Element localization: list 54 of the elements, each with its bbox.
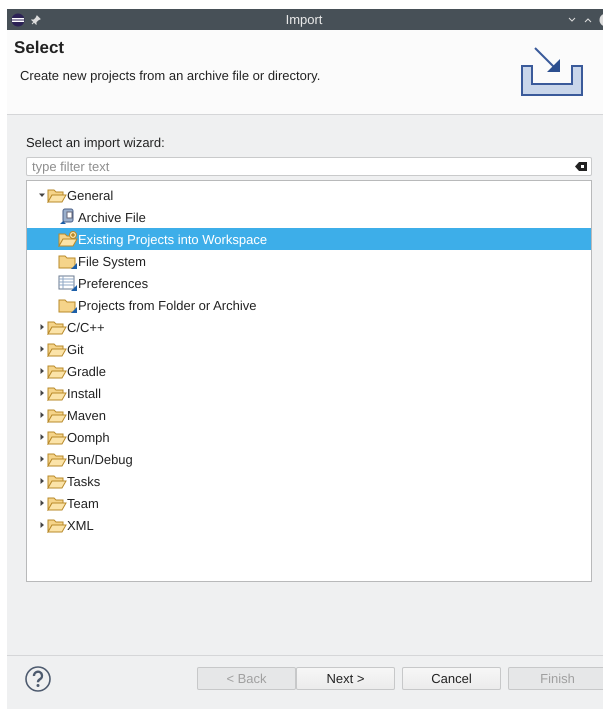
tree-item[interactable]: Run/Debug bbox=[27, 448, 591, 470]
caret-right-icon[interactable] bbox=[38, 390, 44, 396]
tree-item[interactable]: Install bbox=[27, 382, 591, 404]
tree-item[interactable]: Tasks bbox=[27, 470, 591, 492]
wizard-label: Select an import wizard: bbox=[26, 135, 166, 150]
open-folder-icon bbox=[47, 188, 67, 202]
tree-item[interactable]: XML bbox=[27, 514, 591, 536]
wizard-button[interactable]: Cancel bbox=[402, 667, 501, 690]
tree-item[interactable]: General bbox=[27, 184, 591, 206]
filter-field[interactable]: type filter text bbox=[26, 157, 592, 176]
app-logo-icon bbox=[11, 12, 25, 26]
open-folder-icon bbox=[47, 320, 67, 334]
open-folder-icon bbox=[47, 408, 67, 422]
help-icon[interactable] bbox=[25, 666, 51, 692]
tree-item[interactable]: File System bbox=[27, 250, 591, 272]
folder-icon bbox=[58, 252, 78, 270]
caret-right-icon[interactable] bbox=[38, 456, 44, 462]
open-folder-icon bbox=[47, 386, 67, 400]
open-folder-icon bbox=[47, 430, 67, 444]
caret-right-icon[interactable] bbox=[38, 412, 44, 418]
caret-right-icon[interactable] bbox=[38, 368, 44, 374]
tree-item[interactable]: Git bbox=[27, 338, 591, 360]
caret-right-icon[interactable] bbox=[38, 434, 44, 440]
table-icon bbox=[58, 274, 78, 292]
tree-item[interactable]: Preferences bbox=[27, 272, 591, 294]
caret-right-icon[interactable] bbox=[38, 500, 44, 506]
open-folder-icon bbox=[47, 474, 67, 488]
minimize-icon[interactable] bbox=[567, 14, 577, 24]
tree-item[interactable]: Oomph bbox=[27, 426, 591, 448]
window-title: Import bbox=[284, 12, 324, 27]
caret-right-icon[interactable] bbox=[38, 324, 44, 330]
tree-item[interactable]: Team bbox=[27, 492, 591, 514]
folder-icon bbox=[58, 296, 78, 314]
caret-down-icon[interactable] bbox=[38, 192, 44, 198]
open-folder-icon bbox=[47, 364, 67, 378]
caret-right-icon[interactable] bbox=[38, 346, 44, 352]
clear-icon[interactable] bbox=[575, 162, 587, 171]
open-folder-icon bbox=[47, 518, 67, 532]
tree-item[interactable]: Archive File bbox=[27, 206, 591, 228]
tree-item[interactable]: Maven bbox=[27, 404, 591, 426]
tree-item[interactable]: Gradle bbox=[27, 360, 591, 382]
pin-icon[interactable] bbox=[31, 14, 41, 24]
new-project-folder-icon bbox=[58, 231, 78, 247]
page-title: Select bbox=[14, 38, 66, 58]
open-folder-icon bbox=[47, 452, 67, 466]
open-folder-icon bbox=[47, 496, 67, 510]
import-icon bbox=[521, 46, 583, 96]
wizard-button[interactable]: Next > bbox=[296, 667, 395, 690]
open-folder-icon bbox=[47, 342, 67, 356]
tree-item[interactable]: Projects from Folder or Archive bbox=[27, 294, 591, 316]
caret-right-icon[interactable] bbox=[38, 522, 44, 528]
tree-item[interactable]: C/C++ bbox=[27, 316, 591, 338]
page-description: Create new projects from an archive file or directory. bbox=[19, 68, 322, 83]
caret-right-icon[interactable] bbox=[38, 478, 44, 484]
